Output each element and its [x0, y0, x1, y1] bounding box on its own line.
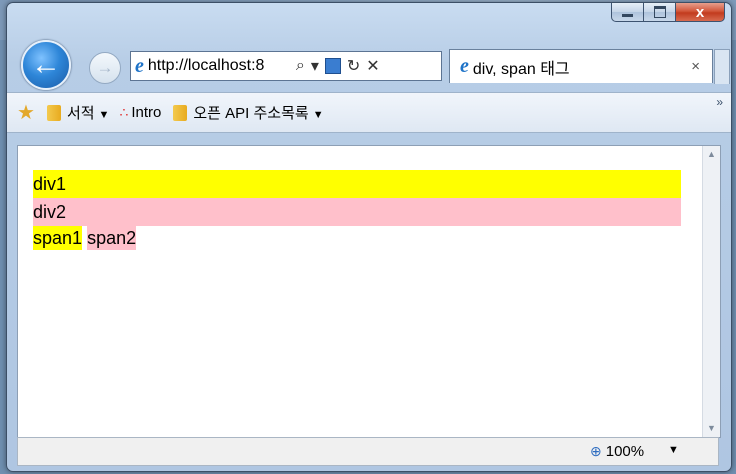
close-button[interactable]: x	[675, 3, 725, 22]
zoom-control[interactable]: ⊕ 100%	[590, 443, 644, 460]
browser-window: x ← → e http://localhost:8 ⌕ ▾ ↻ ✕ e div…	[6, 2, 732, 472]
add-favorites-star-icon[interactable]: ★	[17, 100, 35, 125]
stop-icon[interactable]: ✕	[366, 56, 379, 76]
forward-button[interactable]: →	[89, 52, 121, 84]
address-dropdown-icon[interactable]: ▾	[311, 56, 319, 76]
back-arrow-icon: ←	[31, 48, 61, 81]
folder-icon	[173, 104, 188, 121]
address-url[interactable]: http://localhost:8	[148, 57, 290, 75]
compatibility-view-icon[interactable]	[324, 58, 341, 74]
favorites-bar: ★ 서적 ▼ ∴ Intro 오픈 API 주소목록 ▼ »	[7, 92, 731, 133]
chevron-down-icon: ▼	[98, 109, 110, 121]
close-icon: x	[695, 3, 705, 21]
status-bar: ⊕ 100% ▼	[17, 437, 719, 466]
div1-block: div1	[33, 170, 681, 198]
tab-close-icon[interactable]: ×	[691, 58, 700, 75]
zoom-level: 100%	[605, 443, 645, 460]
scroll-down-icon[interactable]: ▼	[703, 420, 720, 437]
refresh-icon[interactable]: ↻	[347, 56, 360, 76]
search-icon[interactable]: ⌕	[296, 57, 305, 75]
chevron-down-icon: ▼	[312, 109, 324, 121]
vertical-scrollbar[interactable]: ▲ ▼	[702, 146, 720, 437]
minimize-icon	[622, 14, 633, 17]
ie-page-icon: e	[135, 54, 144, 77]
minimize-button[interactable]	[611, 3, 643, 22]
ie-tab-icon: e	[460, 55, 469, 77]
favorites-item-open-api[interactable]: 오픈 API 주소목록 ▼	[193, 102, 323, 123]
new-tab-button[interactable]	[714, 49, 730, 84]
favorites-item-label: 서적	[66, 105, 95, 122]
span-line: span1 span2	[33, 226, 681, 254]
favorites-item-books[interactable]: 서적 ▼	[67, 102, 110, 123]
folder-icon	[46, 104, 61, 121]
intro-site-icon: ∴	[119, 104, 128, 120]
address-bar[interactable]: e http://localhost:8 ⌕ ▾ ↻ ✕	[130, 51, 442, 81]
span1-inline: span1	[33, 226, 83, 250]
page-body: div1 div2 span1 span2	[33, 170, 681, 254]
tab-active[interactable]: e div, span 태그 ×	[449, 49, 713, 83]
div2-block: div2	[33, 198, 681, 226]
zoom-icon: ⊕	[590, 443, 602, 459]
favorites-item-label: 오픈 API 주소목록	[193, 105, 309, 122]
favorites-item-intro[interactable]: Intro	[131, 104, 161, 121]
maximize-icon	[653, 6, 666, 18]
span2-inline: span2	[87, 226, 137, 250]
scroll-up-icon[interactable]: ▲	[703, 146, 720, 163]
page-content: div1 div2 span1 span2 ▲ ▼	[17, 145, 721, 438]
back-button[interactable]: ←	[21, 40, 71, 90]
maximize-button[interactable]	[643, 3, 675, 22]
caption-buttons: x	[611, 3, 725, 22]
address-tools: ⌕ ▾ ↻ ✕	[296, 56, 380, 76]
tab-title: div, span 태그	[472, 60, 570, 78]
zoom-dropdown-icon[interactable]: ▼	[668, 444, 679, 456]
forward-arrow-icon: →	[96, 58, 114, 77]
favorites-overflow-icon[interactable]: »	[716, 95, 723, 109]
